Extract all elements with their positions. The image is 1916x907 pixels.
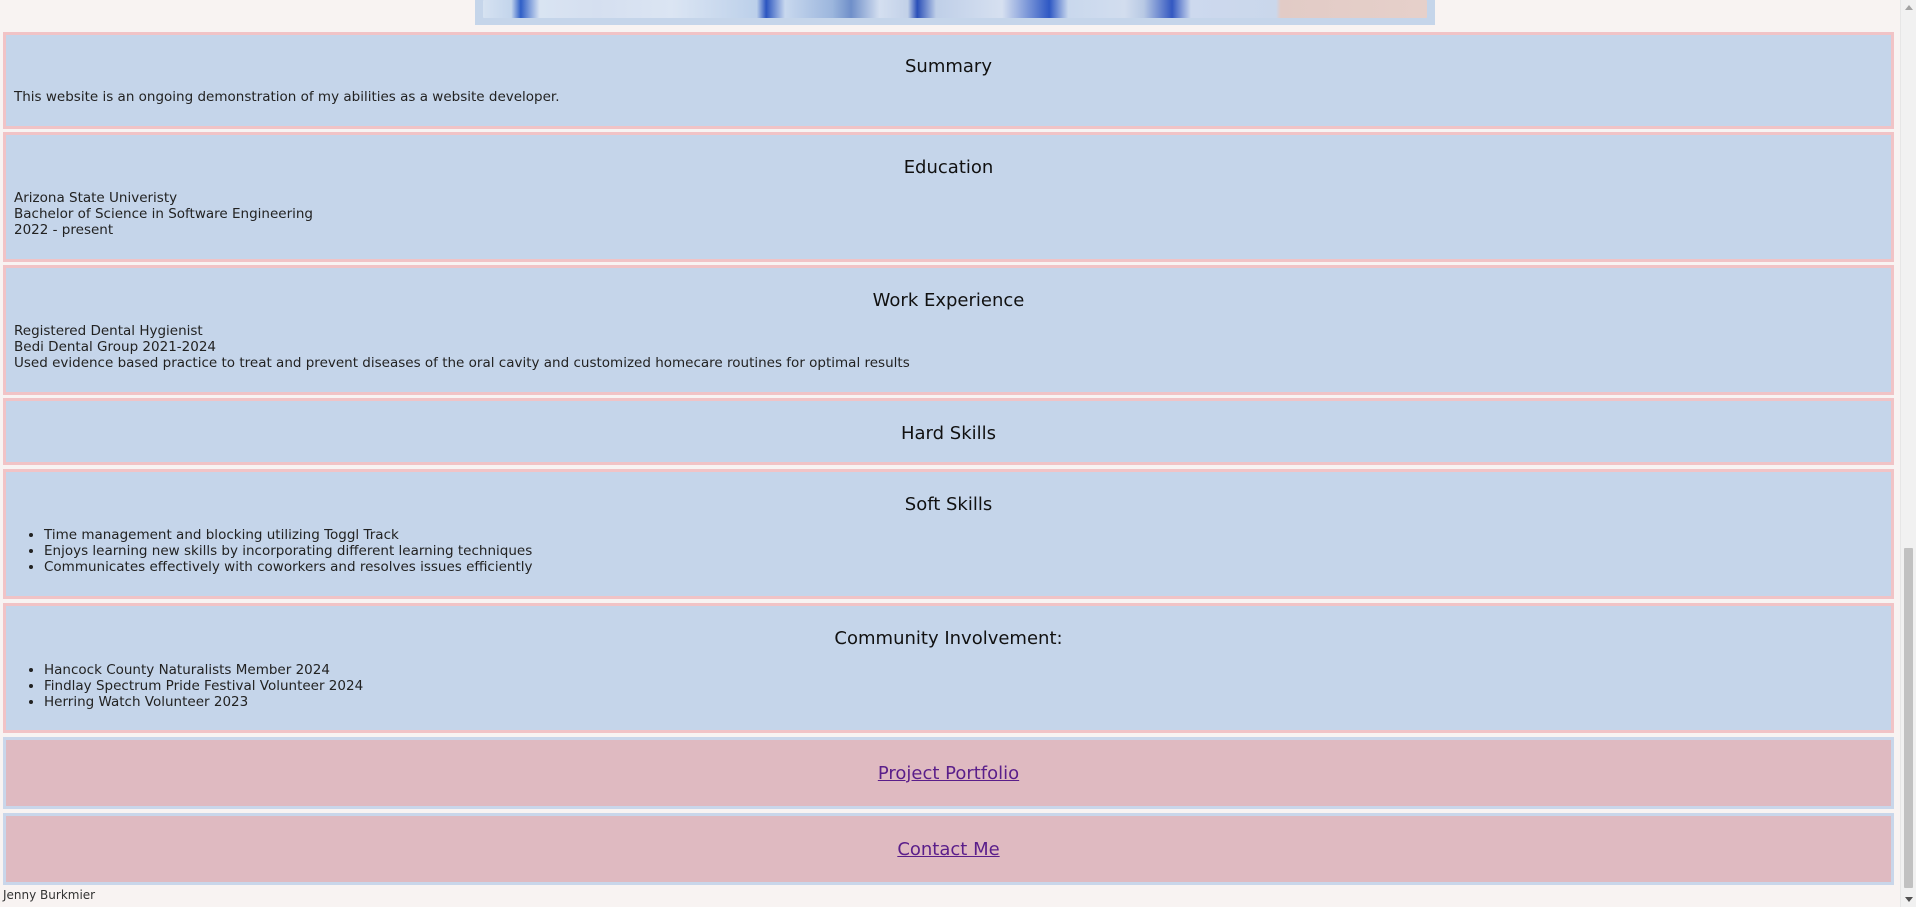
work-title: Registered Dental Hygienist xyxy=(14,323,203,339)
list-item: Hancock County Naturalists Member 2024 xyxy=(44,662,1883,678)
scroll-up-arrow-icon[interactable] xyxy=(1905,5,1913,10)
list-item: Herring Watch Volunteer 2023 xyxy=(44,694,1883,710)
soft-skills-section: Soft Skills Time management and blocking… xyxy=(3,469,1894,599)
soft-skills-list: Time management and blocking utilizing T… xyxy=(14,527,1883,575)
contact-me-link[interactable]: Contact Me xyxy=(897,839,999,860)
portfolio-link-section: Project Portfolio xyxy=(3,737,1894,809)
list-item: Communicates effectively with coworkers … xyxy=(44,559,1883,575)
education-heading: Education xyxy=(903,157,994,178)
profile-photo xyxy=(483,0,1427,18)
list-item: Time management and blocking utilizing T… xyxy=(44,527,1883,543)
work-employer: Bedi Dental Group 2021-2024 xyxy=(14,339,217,355)
page: Summary This website is an ongoing demon… xyxy=(0,0,1916,907)
hard-skills-heading: Hard Skills xyxy=(900,423,997,444)
scroll-down-arrow-icon[interactable] xyxy=(1905,897,1913,902)
scrollbar-thumb[interactable] xyxy=(1904,548,1913,888)
list-item: Findlay Spectrum Pride Festival Voluntee… xyxy=(44,678,1883,694)
education-school: Arizona State Univeristy xyxy=(14,190,178,206)
contact-link-section: Contact Me xyxy=(3,813,1894,885)
summary-section: Summary This website is an ongoing demon… xyxy=(3,32,1894,129)
work-description: Used evidence based practice to treat an… xyxy=(14,355,910,371)
project-portfolio-link[interactable]: Project Portfolio xyxy=(878,763,1019,784)
footer-author: Jenny Burkmier xyxy=(3,888,96,902)
list-item: Enjoys learning new skills by incorporat… xyxy=(44,543,1883,559)
vertical-scrollbar[interactable] xyxy=(1900,0,1916,907)
community-section: Community Involvement: Hancock County Na… xyxy=(3,603,1894,733)
hard-skills-section: Hard Skills xyxy=(3,398,1894,465)
main-content: Summary This website is an ongoing demon… xyxy=(0,0,1900,907)
summary-text: This website is an ongoing demonstration… xyxy=(14,89,560,105)
soft-skills-heading: Soft Skills xyxy=(904,494,993,515)
education-dates: 2022 - present xyxy=(14,222,114,238)
education-degree: Bachelor of Science in Software Engineer… xyxy=(14,206,313,222)
summary-heading: Summary xyxy=(905,56,992,77)
profile-photo-frame xyxy=(475,0,1435,25)
community-list: Hancock County Naturalists Member 2024 F… xyxy=(14,662,1883,710)
work-heading: Work Experience xyxy=(872,290,1025,311)
work-section: Work Experience Registered Dental Hygien… xyxy=(3,265,1894,395)
education-section: Education Arizona State Univeristy Bache… xyxy=(3,132,1894,262)
community-heading: Community Involvement: xyxy=(834,628,1063,649)
